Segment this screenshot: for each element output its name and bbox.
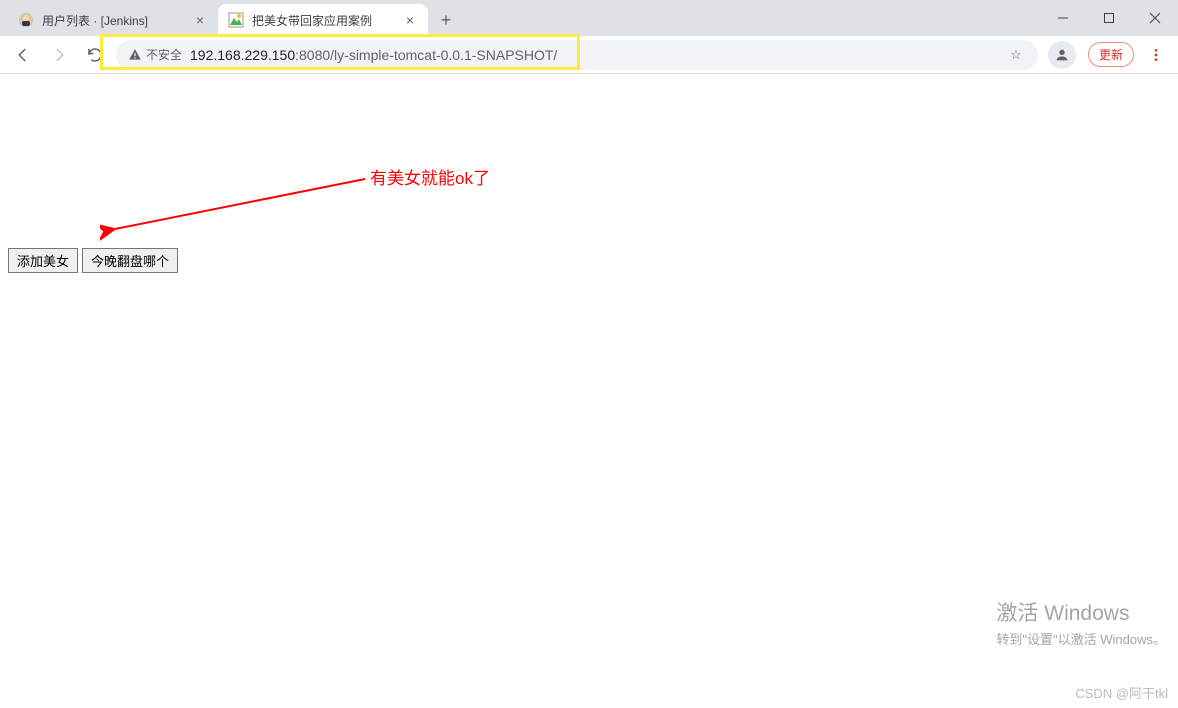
page-buttons: 添加美女 今晚翻盘哪个: [8, 248, 178, 273]
nav-reload-button[interactable]: [80, 40, 110, 70]
close-icon[interactable]: ×: [192, 12, 208, 28]
profile-button[interactable]: [1048, 41, 1076, 69]
annotation-arrow-icon: [100, 174, 380, 254]
window-controls: [1040, 0, 1178, 36]
app-favicon-icon: [228, 12, 244, 28]
address-bar-row: 不安全 192.168.229.150:8080/ly-simple-tomca…: [0, 36, 1178, 74]
update-button[interactable]: 更新: [1088, 42, 1134, 67]
window-maximize-button[interactable]: [1086, 3, 1132, 33]
insecure-label: 不安全: [146, 46, 182, 63]
tab-jenkins[interactable]: 用户列表 · [Jenkins] ×: [8, 4, 218, 36]
window-close-button[interactable]: [1132, 3, 1178, 33]
jenkins-favicon-icon: [18, 12, 34, 28]
watermark-line2: 转到"设置"以激活 Windows。: [996, 629, 1166, 648]
url-host: 192.168.229.150: [190, 47, 295, 63]
warning-icon: [128, 48, 142, 62]
person-icon: [1054, 47, 1070, 63]
windows-activation-watermark: 激活 Windows 转到"设置"以激活 Windows。: [996, 597, 1166, 648]
omnibox[interactable]: 不安全 192.168.229.150:8080/ly-simple-tomca…: [116, 40, 1038, 70]
new-tab-button[interactable]: +: [432, 6, 460, 34]
pick-tonight-button[interactable]: 今晚翻盘哪个: [82, 248, 178, 273]
url-text: 192.168.229.150:8080/ly-simple-tomcat-0.…: [190, 47, 998, 63]
add-beauty-button[interactable]: 添加美女: [8, 248, 78, 273]
annotation-text: 有美女就能ok了: [370, 164, 490, 189]
update-label: 更新: [1099, 46, 1123, 63]
kebab-icon: [1148, 47, 1164, 63]
close-icon[interactable]: ×: [402, 12, 418, 28]
bookmark-star-icon[interactable]: ☆: [1006, 47, 1026, 63]
url-path: :8080/ly-simple-tomcat-0.0.1-SNAPSHOT/: [295, 47, 557, 63]
window-minimize-button[interactable]: [1040, 3, 1086, 33]
chrome-menu-button[interactable]: [1142, 41, 1170, 69]
page-content: 有美女就能ok了 添加美女 今晚翻盘哪个 激活 Windows 转到"设置"以激…: [0, 74, 1178, 708]
tab-title: 用户列表 · [Jenkins]: [42, 12, 186, 29]
browser-tab-strip: 用户列表 · [Jenkins] × 把美女带回家应用案例 × +: [0, 0, 1178, 36]
nav-back-button[interactable]: [8, 40, 38, 70]
nav-forward-button[interactable]: [44, 40, 74, 70]
tab-app[interactable]: 把美女带回家应用案例 ×: [218, 4, 428, 36]
insecure-indicator[interactable]: 不安全: [128, 46, 182, 63]
tab-title: 把美女带回家应用案例: [252, 12, 396, 29]
csdn-watermark: CSDN @阿干tkl: [1075, 683, 1168, 702]
watermark-line1: 激活 Windows: [996, 597, 1166, 627]
